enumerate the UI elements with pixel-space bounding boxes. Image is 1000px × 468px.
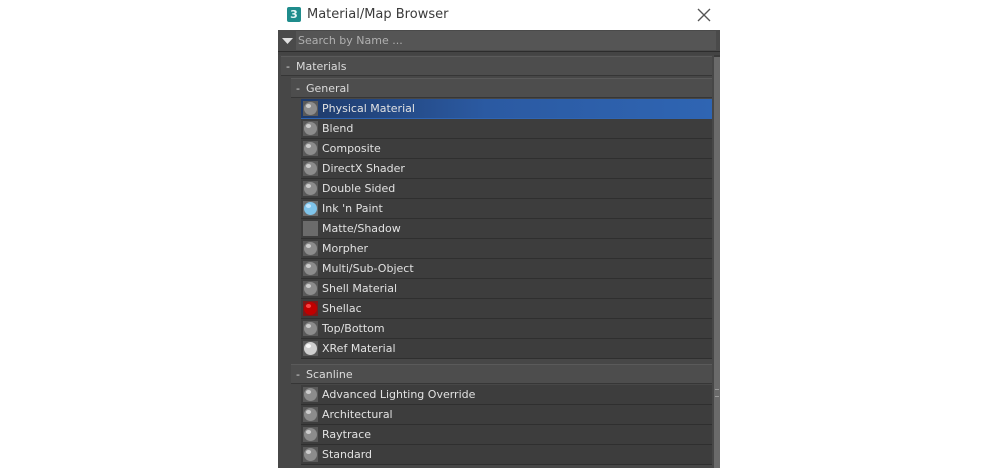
group-general[interactable]: - General [291, 78, 712, 98]
material-item[interactable]: Shell Material [301, 279, 712, 299]
sphere-gray-icon [303, 427, 318, 442]
material-item-label: DirectX Shader [322, 162, 405, 175]
title-bar[interactable]: 3 Material/Map Browser [278, 0, 720, 30]
material-tree: - Materials - General Physical Material Blend… [278, 55, 714, 468]
search-options-dropdown[interactable] [280, 33, 296, 49]
material-item-label: Morpher [322, 242, 368, 255]
material-item-label: Advanced Lighting Override [322, 388, 476, 401]
sphere-gray-icon [303, 261, 318, 276]
sphere-white-icon [303, 341, 318, 356]
material-item-label: XRef Material [322, 342, 396, 355]
close-button[interactable] [694, 5, 714, 25]
group-scanline-label: Scanline [306, 368, 353, 381]
collapse-toggle-icon: - [296, 82, 300, 95]
group-general-label: General [306, 82, 350, 95]
material-item[interactable]: XRef Material [301, 339, 712, 359]
material-item[interactable]: Double Sided [301, 179, 712, 199]
material-item[interactable]: Architectural [301, 405, 712, 425]
app-icon: 3 [287, 7, 301, 22]
search-input[interactable] [296, 31, 716, 50]
flat-gray-square-icon [303, 221, 318, 236]
material-item-label: Standard [322, 448, 373, 461]
material-item[interactable]: Morpher [301, 239, 712, 259]
material-item-label: Physical Material [322, 102, 415, 115]
sphere-gray-icon [303, 281, 318, 296]
sphere-gray-icon [303, 161, 318, 176]
app-icon-glyph: 3 [290, 8, 298, 21]
material-item[interactable]: Top/Bottom [301, 319, 712, 339]
scrollbar-grip-icon [715, 389, 719, 397]
material-item[interactable]: DirectX Shader [301, 159, 712, 179]
material-item-label: Ink 'n Paint [322, 202, 383, 215]
search-bar [278, 30, 720, 52]
material-item[interactable]: Ink 'n Paint [301, 199, 712, 219]
window-title: Material/Map Browser [307, 7, 449, 22]
sphere-gray-icon [303, 181, 318, 196]
sphere-gray-icon [303, 121, 318, 136]
collapse-toggle-icon: - [296, 368, 300, 381]
material-map-browser-dialog: 3 Material/Map Browser -Materials-Genera… [278, 0, 720, 468]
category-materials-label: Materials [296, 60, 347, 73]
triangle-down-icon [282, 38, 293, 44]
material-item-label: Blend [322, 122, 354, 135]
material-item-label: Matte/Shadow [322, 222, 401, 235]
vertical-scrollbar[interactable] [714, 55, 720, 468]
material-item-label: Architectural [322, 408, 393, 421]
material-item[interactable]: Blend [301, 119, 712, 139]
material-item-label: Multi/Sub-Object [322, 262, 414, 275]
sphere-gray-icon [303, 241, 318, 256]
scrollbar-thumb[interactable] [714, 57, 720, 468]
material-item-label: Double Sided [322, 182, 396, 195]
material-item[interactable]: Composite [301, 139, 712, 159]
category-materials[interactable]: - Materials [281, 56, 712, 76]
sphere-red-icon [303, 301, 318, 316]
material-item[interactable]: Shellac [301, 299, 712, 319]
material-item[interactable]: Raytrace [301, 425, 712, 445]
group-scanline[interactable]: - Scanline [291, 364, 712, 384]
material-item[interactable]: Matte/Shadow [301, 219, 712, 239]
material-item-label: Top/Bottom [322, 322, 385, 335]
material-item[interactable]: Standard [301, 445, 712, 465]
sphere-gray-icon [303, 387, 318, 402]
material-item[interactable]: Physical Material [301, 99, 712, 119]
sphere-lightblue-icon [303, 201, 318, 216]
material-item[interactable]: Advanced Lighting Override [301, 385, 712, 405]
sphere-gray-icon [303, 447, 318, 462]
material-item-label: Raytrace [322, 428, 372, 441]
sphere-gray-icon [303, 101, 318, 116]
material-item-label: Composite [322, 142, 381, 155]
sphere-gray-icon [303, 141, 318, 156]
close-icon [697, 8, 711, 22]
sphere-gray-icon [303, 407, 318, 422]
sphere-gray-icon [303, 321, 318, 336]
material-item-label: Shellac [322, 302, 362, 315]
material-item-label: Shell Material [322, 282, 398, 295]
collapse-toggle-icon: - [286, 60, 290, 73]
material-item[interactable]: Multi/Sub-Object [301, 259, 712, 279]
